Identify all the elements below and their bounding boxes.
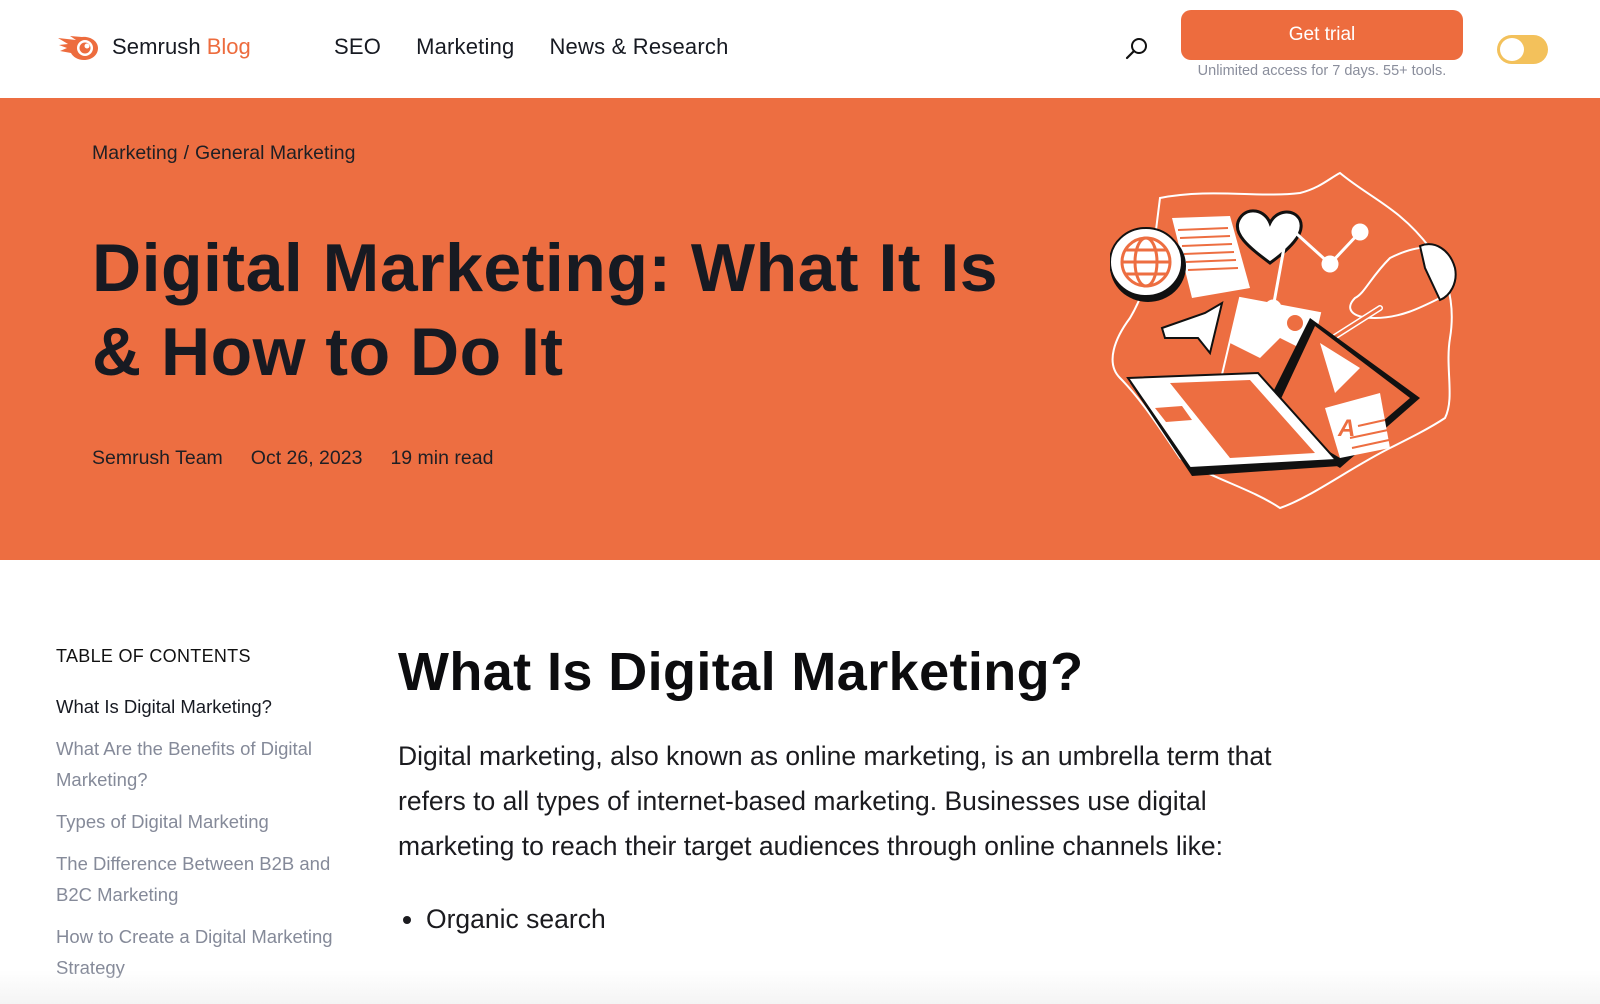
search-button[interactable]	[1124, 36, 1150, 62]
intro-paragraph: Digital marketing, also known as online …	[398, 741, 1272, 861]
breadcrumb-marketing[interactable]: Marketing	[92, 142, 178, 165]
breadcrumb-general-marketing[interactable]: General Marketing	[195, 142, 355, 165]
nav-item-news-research[interactable]: News & Research	[549, 34, 728, 60]
globe-coin-graphic	[1110, 227, 1186, 302]
nav-item-seo[interactable]: SEO	[334, 34, 381, 60]
list-item: Organic search	[426, 897, 1318, 942]
article-hero: Marketing / General Marketing Digital Ma…	[0, 98, 1600, 560]
article-body: What Is Digital Marketing? Digital marke…	[398, 640, 1318, 942]
article-meta: Semrush Team Oct 26, 2023 19 min read	[92, 447, 493, 470]
toc-item-types[interactable]: Types of Digital Marketing	[56, 806, 346, 837]
toc-item-what-is-digital-marketing[interactable]: What Is Digital Marketing?	[56, 691, 346, 722]
bookmark-graphic	[1160, 300, 1224, 356]
section-heading: What Is Digital Marketing?	[398, 642, 1084, 702]
logo-brand: Semrush	[112, 34, 201, 59]
table-of-contents: TABLE OF CONTENTS What Is Digital Market…	[56, 646, 346, 994]
toc-item-b2b-vs-b2c[interactable]: The Difference Between B2B and B2C Marke…	[56, 848, 346, 910]
site-header: Semrush Blog SEO Marketing News & Resear…	[0, 0, 1600, 98]
toc-item-benefits[interactable]: What Are the Benefits of Digital Marketi…	[56, 733, 346, 795]
theme-toggle[interactable]	[1497, 35, 1548, 64]
get-trial-button[interactable]: Get trial	[1181, 10, 1463, 60]
semrush-logo-icon	[58, 36, 98, 60]
toc-item-create-strategy[interactable]: How to Create a Digital Marketing Strate…	[56, 921, 346, 983]
toggle-knob	[1500, 38, 1524, 61]
toc-heading: TABLE OF CONTENTS	[56, 646, 251, 666]
page-title: Digital Marketing: What It Is & How to D…	[92, 230, 999, 390]
author-link[interactable]: Semrush Team	[92, 447, 223, 470]
main-nav: SEO Marketing News & Research	[334, 34, 729, 60]
hero-illustration: A	[1110, 171, 1457, 510]
search-icon	[1125, 38, 1147, 60]
nav-item-marketing[interactable]: Marketing	[416, 34, 514, 60]
logo-link[interactable]: Semrush Blog	[56, 30, 251, 64]
channels-list: Organic search	[398, 897, 1318, 942]
publish-date: Oct 26, 2023	[250, 447, 363, 469]
logo-section: Blog	[206, 34, 251, 59]
breadcrumb-separator: /	[183, 142, 190, 164]
breadcrumb: Marketing / General Marketing	[92, 142, 355, 165]
read-time: 19 min read	[390, 447, 494, 469]
trial-subtext: Unlimited access for 7 days. 55+ tools.	[1197, 63, 1447, 79]
